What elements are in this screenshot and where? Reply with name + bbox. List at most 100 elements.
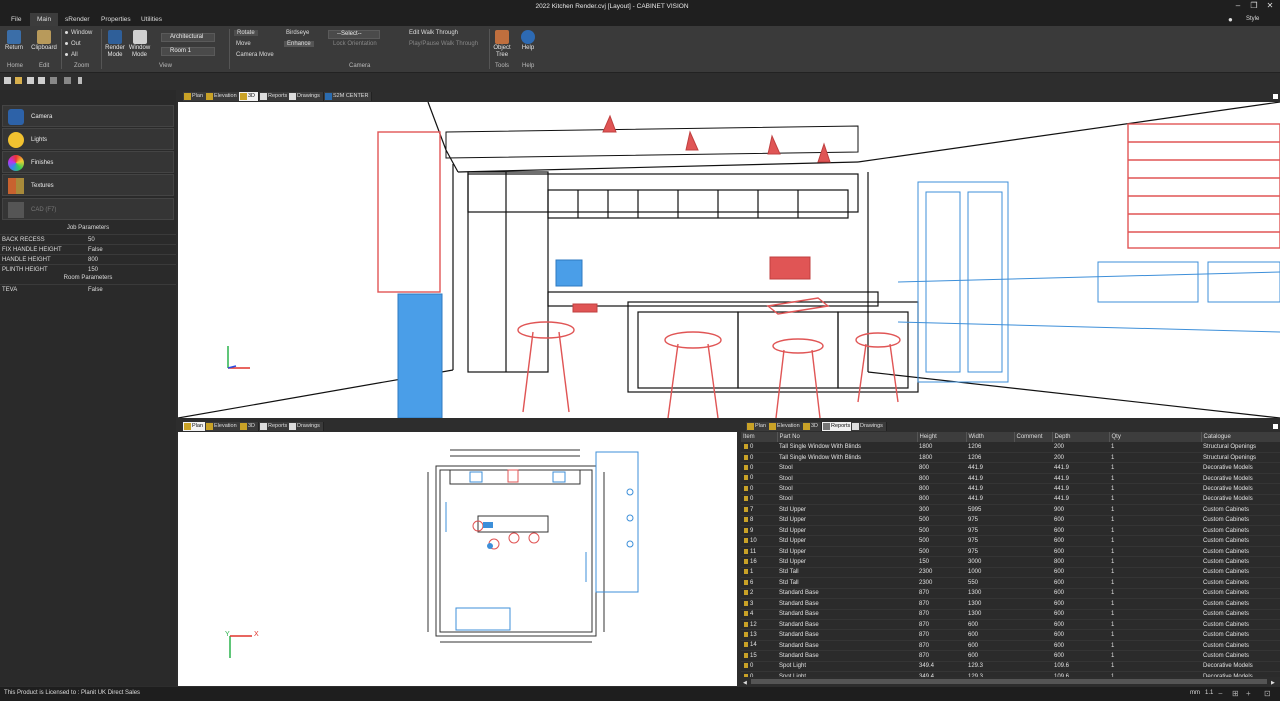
zoom-out[interactable]: Out <box>65 41 81 47</box>
tab-drawings[interactable]: Drawings <box>288 422 324 431</box>
new-file-icon[interactable] <box>4 77 11 84</box>
render-mode-button[interactable]: Render Mode <box>103 30 127 59</box>
column-header[interactable]: Comment <box>1014 432 1053 442</box>
tab-elevation[interactable]: Elevation <box>205 92 241 101</box>
column-header[interactable]: Item <box>741 432 778 442</box>
table-row[interactable]: 9 Std Upper 500 975 600 1 Custom Cabinets <box>741 525 1280 537</box>
table-row[interactable]: 11 Std Upper 500 975 600 1 Custom Cabinets <box>741 546 1280 558</box>
tab-drawings[interactable]: Drawings <box>288 92 324 101</box>
scale-label[interactable]: 1.1 <box>1205 690 1213 696</box>
tab-3d[interactable]: 3D <box>239 422 260 431</box>
customize-icon[interactable] <box>78 77 82 84</box>
redo-icon[interactable] <box>64 77 71 84</box>
plan-viewport[interactable]: Y X <box>178 432 737 686</box>
camera-move-button[interactable]: Camera Move <box>236 52 274 58</box>
info-icon[interactable]: ● <box>1228 15 1233 24</box>
edit-walk-through-button[interactable]: Edit Walk Through <box>409 30 458 36</box>
table-row[interactable]: 0 Tall Single Window With Blinds 1800 1206 2… <box>741 452 1280 464</box>
return-button[interactable]: Return <box>4 30 24 51</box>
column-header[interactable]: Depth <box>1052 432 1110 442</box>
tab-3d[interactable]: 3D <box>239 92 260 101</box>
column-header[interactable]: Qty <box>1109 432 1202 442</box>
tab-s2m-center[interactable]: S2M CENTER <box>324 92 373 101</box>
table-row[interactable]: 0 Stool 800 441.9 441.9 1 Decorative Models <box>741 473 1280 485</box>
tab-plan[interactable]: Plan <box>183 422 208 431</box>
table-row[interactable]: 7 Std Upper 300 5995 900 1 Custom Cabinets <box>741 504 1280 516</box>
tab-reports[interactable]: Reports <box>259 422 292 431</box>
table-row[interactable]: 0 Tall Single Window With Blinds 1800 1206 2… <box>741 442 1280 453</box>
textures-panel-button[interactable]: Textures <box>2 174 174 196</box>
style-select[interactable]: Architectural <box>161 33 215 42</box>
table-row[interactable]: 1 Std Tall 2300 1000 600 1 Custom Cabinets <box>741 567 1280 579</box>
table-row[interactable]: 0 Stool 800 441.9 441.9 1 Decorative Models <box>741 494 1280 506</box>
tab-reports[interactable]: Reports <box>259 92 292 101</box>
table-row[interactable]: 10 Std Upper 500 975 600 1 Custom Cabinets <box>741 535 1280 547</box>
tab-plan[interactable]: Plan <box>183 92 208 101</box>
grid-icon[interactable]: ⊞ <box>1232 689 1239 698</box>
tab-properties[interactable]: Properties <box>94 13 138 26</box>
table-row[interactable]: 16 Std Upper 150 3000 800 1 Custom Cabinets <box>741 556 1280 568</box>
camera-select[interactable]: --Select-- <box>328 30 380 39</box>
close-icon[interactable]: ✕ <box>1264 1 1276 11</box>
cad-panel-button[interactable]: CAD (F7) <box>2 198 174 220</box>
tab-file[interactable]: File <box>4 13 28 26</box>
open-folder-icon[interactable] <box>15 77 22 84</box>
fit-icon[interactable]: ⊡ <box>1264 689 1271 698</box>
room-select[interactable]: Room 1 <box>161 47 215 56</box>
table-row[interactable]: 2 Standard Base 870 1300 600 1 Custom Cabinets <box>741 588 1280 600</box>
zoom-all[interactable]: All <box>65 52 78 58</box>
column-header[interactable]: Catalogue <box>1201 432 1280 442</box>
camera-panel-button[interactable]: Camera <box>2 105 174 127</box>
play-walk-through-button[interactable]: Play/Pause Walk Through <box>409 41 478 47</box>
table-row[interactable]: 6 Std Tall 2300 550 600 1 Custom Cabinets <box>741 577 1280 589</box>
tab-elevation[interactable]: Elevation <box>205 422 241 431</box>
table-row[interactable]: 4 Standard Base 870 1300 600 1 Custom Cabinets <box>741 609 1280 620</box>
style-menu[interactable]: Style <box>1246 16 1259 22</box>
param-row[interactable]: FIX HANDLE HEIGHT False <box>0 244 176 254</box>
param-row[interactable]: PLINTH HEIGHT 150 <box>0 264 176 274</box>
column-header[interactable]: Width <box>966 432 1015 442</box>
object-tree-button[interactable]: Object Tree <box>491 30 513 59</box>
enhance-button[interactable]: Enhance <box>284 41 314 47</box>
tab-plan[interactable]: Plan <box>746 422 771 431</box>
table-row[interactable]: 3 Standard Base 870 1300 600 1 Custom Cabinets <box>741 598 1280 610</box>
zoom-in-icon[interactable]: + <box>1246 689 1251 698</box>
rotate-button[interactable]: Rotate <box>234 30 258 36</box>
maximize-icon[interactable] <box>1273 424 1278 429</box>
tab-drawings[interactable]: Drawings <box>851 422 887 431</box>
scroll-thumb[interactable] <box>751 679 1267 684</box>
tab-reports[interactable]: Reports <box>822 422 855 431</box>
zoom-window[interactable]: Window <box>65 30 92 36</box>
scroll-left-icon[interactable]: ◀ <box>743 680 747 686</box>
column-header[interactable]: Height <box>917 432 967 442</box>
tab-utilities[interactable]: Utilities <box>134 13 169 26</box>
move-button[interactable]: Move <box>236 41 251 47</box>
maximize-icon[interactable] <box>1273 94 1278 99</box>
param-row[interactable]: BACK RECESS 50 <box>0 234 176 244</box>
minimize-icon[interactable]: – <box>1232 1 1244 11</box>
table-row[interactable]: 0 Stool 800 441.9 441.9 1 Decorative Models <box>741 462 1280 474</box>
table-row[interactable]: 14 Standard Base 870 600 600 1 Custom Cabinets <box>741 640 1280 652</box>
undo-icon[interactable] <box>50 77 57 84</box>
scroll-right-icon[interactable]: ▶ <box>1271 680 1275 686</box>
horizontal-scrollbar[interactable]: ◀ ▶ <box>741 677 1280 686</box>
help-button[interactable]: Help <box>518 30 538 51</box>
tab-srender[interactable]: sRender <box>58 13 97 26</box>
lock-orientation-button[interactable]: Lock Orientation <box>333 41 377 47</box>
tab-3d[interactable]: 3D <box>802 422 823 431</box>
print-icon[interactable] <box>38 77 45 84</box>
restore-icon[interactable]: ❐ <box>1248 1 1260 11</box>
birdseye-button[interactable]: Birdseye <box>286 30 309 36</box>
table-row[interactable]: 0 Stool 800 441.9 441.9 1 Decorative Models <box>741 483 1280 495</box>
table-row[interactable]: 8 Std Upper 500 975 600 1 Custom Cabinets <box>741 515 1280 527</box>
finishes-panel-button[interactable]: Finishes <box>2 151 174 173</box>
table-row[interactable]: 15 Standard Base 870 600 600 1 Custom Cabinets <box>741 650 1280 662</box>
table-row[interactable]: 0 Spot Light 349.4 129.3 109.6 1 Decorative Mo… <box>741 661 1280 673</box>
table-row[interactable]: 13 Standard Base 870 600 600 1 Custom Cabinets <box>741 629 1280 641</box>
3d-viewport[interactable] <box>178 102 1280 418</box>
column-header[interactable]: Part No <box>777 432 918 442</box>
window-mode-button[interactable]: Window Mode <box>127 30 152 59</box>
tab-main[interactable]: Main <box>30 13 59 26</box>
param-row[interactable]: HANDLE HEIGHT 800 <box>0 254 176 264</box>
lights-panel-button[interactable]: Lights <box>2 128 174 150</box>
